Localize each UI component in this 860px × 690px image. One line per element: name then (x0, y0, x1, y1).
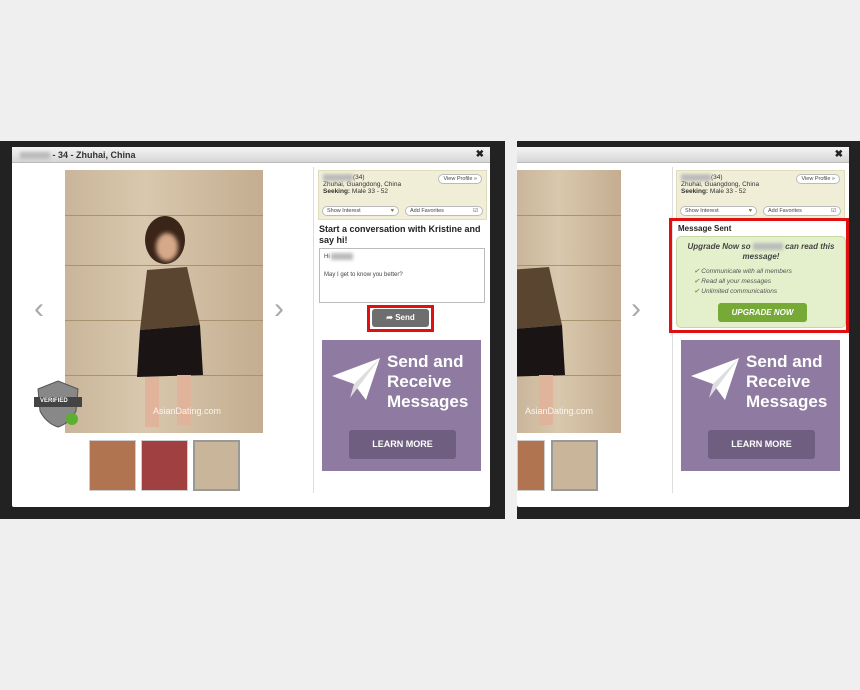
photo-thumbnail[interactable] (89, 440, 136, 491)
photo-thumbnail[interactable] (517, 440, 545, 491)
add-favorites-button[interactable]: Add Favorites ☑ (763, 206, 841, 216)
divider (313, 167, 314, 493)
profile-summary: (34) Zhuhai, Guangdong, China Seeking: M… (318, 170, 487, 220)
ad-banner[interactable]: Send and Receive Messages LEARN MORE (681, 340, 840, 471)
blurred-name (752, 243, 783, 251)
conversation-heading: Start a conversation with Kristine and s… (319, 224, 481, 245)
close-icon[interactable]: ✖ (835, 149, 843, 160)
seeking-label: Seeking: (681, 188, 709, 196)
upgrade-message: Upgrade Now so can read this message! (677, 237, 845, 267)
checkbox-icon: ☑ (831, 208, 836, 214)
benefit-text: Unlimited communications (701, 288, 778, 295)
upgrade-now-button[interactable]: UPGRADE NOW (718, 303, 807, 322)
blurred-name (323, 174, 353, 181)
profile-photo: AsianDating.com (517, 170, 621, 433)
benefit-text: Read all your messages (701, 278, 771, 285)
next-photo-icon[interactable]: › (631, 292, 641, 326)
photo-thumbnail[interactable] (141, 440, 188, 491)
ad-text: Send and Receive Messages (387, 352, 469, 411)
add-favorites-button[interactable]: Add Favorites ☑ (405, 206, 483, 216)
label: Show Interest (327, 208, 361, 214)
prev-photo-icon[interactable]: ‹ (34, 292, 44, 326)
send-label: Send (395, 313, 415, 322)
benefit-list: ✔ Communicate with all members ✔ Read al… (677, 267, 845, 297)
label: Add Favorites (768, 208, 802, 214)
person-figure (517, 267, 565, 425)
message-textarea[interactable]: Hi May I get to know you better? (319, 248, 485, 303)
message-sent-status: Message Sent (678, 224, 732, 233)
verified-badge: VERIFIED (34, 379, 82, 429)
screenshot-before: - 34 - Zhuhai, China ✖ ‹ AsianDating.com … (0, 141, 505, 519)
view-profile-button[interactable]: View Profile » (438, 174, 482, 184)
location: Zhuhai, Guangdong, China (323, 181, 402, 189)
ad-text: Send and Receive Messages (746, 352, 828, 411)
profile-modal: ✖ AsianDating.com › (34) Zhuhai, Guangdo… (517, 147, 849, 507)
paper-plane-icon (691, 358, 739, 400)
paper-plane-icon (332, 358, 380, 400)
message-body: May I get to know you better? (324, 272, 403, 279)
blurred-name (331, 253, 354, 260)
blurred-name (20, 152, 50, 160)
profile-modal: - 34 - Zhuhai, China ✖ ‹ AsianDating.com … (12, 147, 490, 507)
verified-label: VERIFIED (40, 398, 68, 404)
profile-photo: AsianDating.com (65, 170, 263, 433)
ad-banner[interactable]: Send and Receive Messages LEARN MORE (322, 340, 481, 471)
send-button[interactable]: ➦ Send (372, 309, 429, 327)
watermark: AsianDating.com (525, 406, 594, 416)
view-profile-button[interactable]: View Profile » (796, 174, 840, 184)
close-icon[interactable]: ✖ (476, 149, 484, 160)
age: (34) (353, 174, 365, 182)
heart-icon: ♥ (748, 208, 752, 214)
watermark: AsianDating.com (153, 406, 222, 416)
learn-more-button[interactable]: LEARN MORE (349, 430, 456, 459)
greeting: Hi (324, 254, 330, 261)
benefit-text: Communicate with all members (701, 268, 792, 275)
show-interest-button[interactable]: Show Interest ♥ (680, 206, 757, 216)
modal-title: ✖ (517, 147, 849, 163)
benefit-item: ✔ Unlimited communications (694, 287, 845, 297)
benefit-item: ✔ Read all your messages (694, 277, 845, 287)
seeking-value: Male 33 - 52 (709, 188, 747, 196)
check-icon: ✔ (694, 288, 700, 295)
modal-title: - 34 - Zhuhai, China ✖ (12, 147, 490, 163)
label: Add Favorites (410, 208, 444, 214)
checkbox-icon: ☑ (473, 208, 478, 214)
check-icon: ✔ (694, 268, 700, 275)
photo-thumbnail-selected[interactable] (193, 440, 240, 491)
show-interest-button[interactable]: Show Interest ♥ (322, 206, 399, 216)
person-figure (137, 216, 203, 427)
seeking-label: Seeking: (323, 188, 351, 196)
screenshot-after: ✖ AsianDating.com › (34) Zhuhai, Guangdo… (517, 141, 860, 519)
heart-icon: ♥ (390, 208, 394, 214)
blurred-name (681, 174, 711, 181)
learn-more-button[interactable]: LEARN MORE (708, 430, 815, 459)
check-icon: ✔ (694, 278, 700, 285)
upgrade-panel: Upgrade Now so can read this message! ✔ … (676, 236, 846, 328)
label: Show Interest (685, 208, 719, 214)
next-photo-icon[interactable]: › (274, 292, 284, 326)
send-icon: ➦ (386, 313, 393, 322)
upgrade-prefix: Upgrade Now so (687, 242, 751, 251)
location: Zhuhai, Guangdong, China (681, 181, 760, 189)
benefit-item: ✔ Communicate with all members (694, 267, 845, 277)
age: (34) (711, 174, 723, 182)
title-text: - 34 - Zhuhai, China (52, 150, 136, 160)
seeking-value: Male 33 - 52 (351, 188, 389, 196)
photo-thumbnail-selected[interactable] (551, 440, 598, 491)
profile-summary: (34) Zhuhai, Guangdong, China Seeking: M… (676, 170, 845, 220)
